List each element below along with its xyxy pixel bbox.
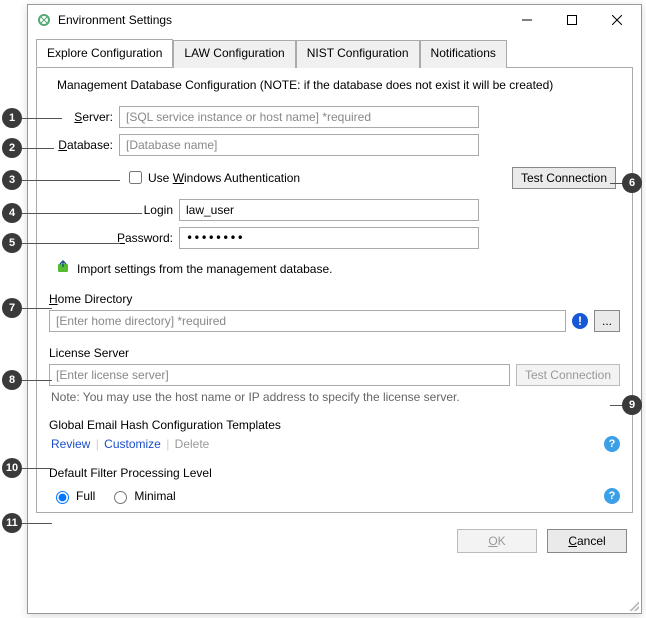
hash-delete-link[interactable]: Delete xyxy=(175,437,210,451)
minimize-button[interactable] xyxy=(504,6,549,34)
filter-full-radio[interactable] xyxy=(56,491,69,504)
filter-level-label: Default Filter Processing Level xyxy=(49,466,620,480)
import-settings-link[interactable]: Import settings from the management data… xyxy=(77,262,332,276)
filter-minimal-option[interactable]: Minimal xyxy=(109,488,175,504)
callout-9: 9 xyxy=(622,395,642,415)
callout-7: 7 xyxy=(2,298,22,318)
warning-icon: ! xyxy=(572,313,588,329)
password-input[interactable] xyxy=(179,227,479,249)
help-icon[interactable]: ? xyxy=(604,488,620,504)
home-dir-input[interactable] xyxy=(49,310,566,332)
titlebar: Environment Settings xyxy=(28,5,641,35)
hash-templates-label: Global Email Hash Configuration Template… xyxy=(49,418,620,432)
login-input[interactable] xyxy=(179,199,479,221)
windows-auth-checkbox[interactable] xyxy=(129,171,142,184)
import-icon xyxy=(55,259,71,278)
hash-customize-link[interactable]: Customize xyxy=(104,437,161,451)
db-section-heading: Management Database Configuration (NOTE:… xyxy=(57,78,620,92)
resize-grip[interactable] xyxy=(627,599,639,611)
ok-button[interactable]: OK xyxy=(457,529,537,553)
close-button[interactable] xyxy=(594,6,639,34)
help-icon[interactable]: ? xyxy=(604,436,620,452)
callout-5: 5 xyxy=(2,233,22,253)
database-label: Database: xyxy=(49,138,119,152)
callout-11: 11 xyxy=(2,513,22,533)
tab-law[interactable]: LAW Configuration xyxy=(173,40,295,68)
license-test-connection-button[interactable]: Test Connection xyxy=(516,364,620,386)
filter-minimal-radio[interactable] xyxy=(114,491,127,504)
home-dir-browse-button[interactable]: ... xyxy=(594,310,620,332)
db-test-connection-button[interactable]: Test Connection xyxy=(512,167,616,189)
callout-3: 3 xyxy=(2,170,22,190)
dialog-buttons: OK Cancel xyxy=(28,521,641,557)
cancel-button[interactable]: Cancel xyxy=(547,529,627,553)
home-dir-label: Home Directory xyxy=(49,292,620,306)
tab-explore[interactable]: Explore Configuration xyxy=(36,39,173,67)
tab-panel-explore: Management Database Configuration (NOTE:… xyxy=(36,68,633,513)
database-input[interactable] xyxy=(119,134,479,156)
license-server-input[interactable] xyxy=(49,364,510,386)
callout-2: 2 xyxy=(2,138,22,158)
license-note: Note: You may use the host name or IP ad… xyxy=(51,390,620,404)
filter-full-option[interactable]: Full xyxy=(51,488,95,504)
license-server-label: License Server xyxy=(49,346,620,360)
windows-auth-label: Use Windows Authentication xyxy=(148,171,300,185)
callout-4: 4 xyxy=(2,203,22,223)
tabstrip: Explore Configuration LAW Configuration … xyxy=(36,39,633,68)
app-icon xyxy=(36,12,52,28)
server-label: Server: xyxy=(49,110,119,124)
window: Environment Settings Explore Configurati… xyxy=(27,4,642,614)
callout-1: 1 xyxy=(2,108,22,128)
callout-8: 8 xyxy=(2,370,22,390)
maximize-button[interactable] xyxy=(549,6,594,34)
tab-notifications[interactable]: Notifications xyxy=(420,40,507,68)
server-input[interactable] xyxy=(119,106,479,128)
callout-6: 6 xyxy=(622,173,642,193)
callout-10: 10 xyxy=(2,458,22,478)
hash-review-link[interactable]: Review xyxy=(51,437,90,451)
login-label: Login xyxy=(49,203,179,217)
tab-nist[interactable]: NIST Configuration xyxy=(296,40,420,68)
window-title: Environment Settings xyxy=(58,13,504,27)
